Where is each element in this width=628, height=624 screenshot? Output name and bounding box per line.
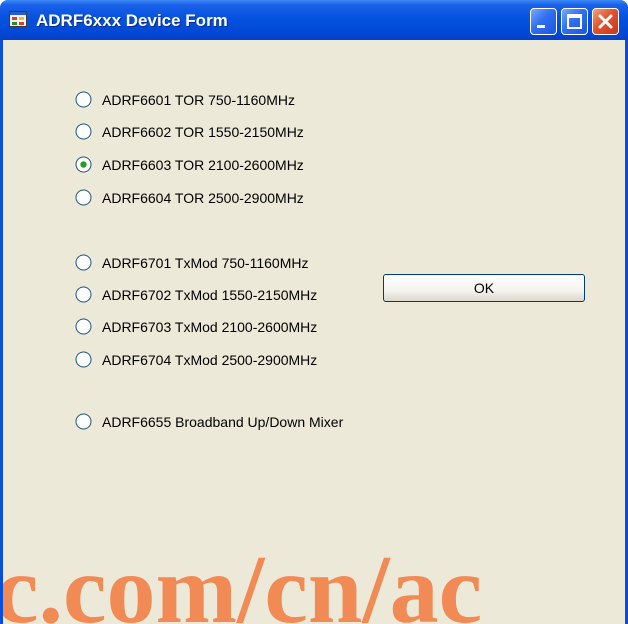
radio-button-selected-icon — [75, 156, 92, 173]
title-bar[interactable]: ADRF6xxx Device Form — [0, 0, 628, 40]
radio-button-icon — [75, 286, 92, 303]
radio-button-icon — [75, 91, 92, 108]
app-window: ADRF6xxx Device Form ADRF6601 TOR 750-11… — [0, 0, 628, 624]
app-form-icon — [9, 10, 27, 28]
window-title: ADRF6xxx Device Form — [36, 11, 228, 30]
radio-label: ADRF6604 TOR 2500-2900MHz — [102, 190, 304, 206]
close-button[interactable] — [592, 8, 619, 35]
radio-label: ADRF6602 TOR 1550-2150MHz — [102, 124, 304, 140]
radio-label: ADRF6704 TxMod 2500-2900MHz — [102, 352, 318, 368]
ok-button[interactable]: OK — [383, 274, 585, 302]
radio-label: ADRF6601 TOR 750-1160MHz — [102, 92, 295, 108]
radio-label: ADRF6603 TOR 2100-2600MHz — [102, 157, 304, 173]
radio-button-icon — [75, 189, 92, 206]
radio-button-icon — [75, 254, 92, 271]
watermark-text: c.com/cn/ac — [3, 536, 483, 624]
radio-label: ADRF6655 Broadband Up/Down Mixer — [102, 414, 344, 430]
form-client-area: ADRF6601 TOR 750-1160MHz ADRF6602 TOR 15… — [3, 40, 625, 624]
radio-label: ADRF6702 TxMod 1550-2150MHz — [102, 287, 318, 303]
radio-button-icon — [75, 123, 92, 140]
minimize-button[interactable] — [530, 8, 557, 35]
radio-label: ADRF6701 TxMod 750-1160MHz — [102, 255, 309, 271]
radio-button-icon — [75, 318, 92, 335]
maximize-button[interactable] — [561, 8, 588, 35]
radio-button-icon — [75, 413, 92, 430]
radio-label: ADRF6703 TxMod 2100-2600MHz — [102, 319, 318, 335]
radio-button-icon — [75, 351, 92, 368]
